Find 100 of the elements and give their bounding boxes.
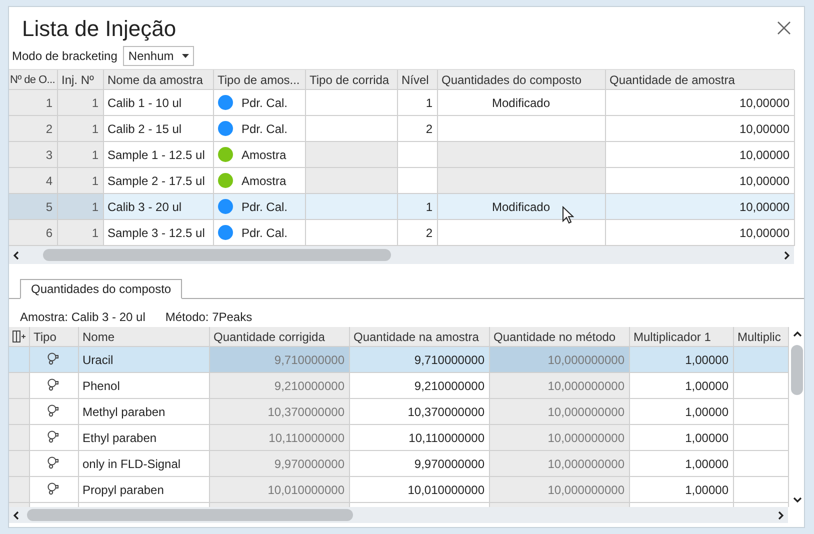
column-header[interactable]: Multiplic [733, 327, 788, 346]
table-cell: 1 [57, 220, 103, 246]
column-header[interactable]: Tipo de amos... [213, 70, 305, 90]
table-cell: 1 [426, 96, 432, 110]
column-header[interactable]: Nº de O... [9, 70, 57, 90]
table-cell: Propyl paraben [78, 476, 209, 502]
scroll-thumb[interactable] [43, 249, 391, 261]
scroll-thumb[interactable] [27, 509, 353, 521]
table-cell: Calib 3 - 20 ul [103, 194, 213, 220]
table-cell: 10,010000000 [209, 476, 349, 502]
table-cell: 1 [57, 142, 103, 168]
sample-info: Amostra: Calib 3 - 20 ul [20, 310, 146, 324]
scroll-right-icon[interactable] [784, 250, 790, 260]
horizontal-scrollbar[interactable] [9, 507, 788, 523]
table-cell: 9,210000000 [349, 372, 489, 398]
table-cell: Ethyl paraben [78, 424, 209, 450]
scroll-up-icon[interactable] [792, 331, 802, 337]
sample-type: Amostra [242, 174, 286, 188]
table-cell: 1,00000 [629, 450, 733, 476]
table-cell: 1,00000 [629, 424, 733, 450]
table-cell: 9,710000000 [349, 346, 489, 372]
table-cell: 5 [9, 194, 57, 220]
column-header[interactable]: Quantidade na amostra [349, 327, 489, 346]
column-header[interactable]: Nome da amostra [103, 70, 213, 90]
table-cell: Modificado [492, 200, 550, 214]
table-cell: 10,110000000 [209, 424, 349, 450]
table-cell: Calib 2 - 15 ul [103, 116, 213, 142]
sample-type: Amostra [242, 148, 286, 162]
scroll-left-icon[interactable] [13, 510, 19, 520]
table-cell: 10,00000 [605, 90, 794, 116]
column-chooser-icon[interactable] [12, 330, 26, 343]
table-cell: 10,000000000 [489, 476, 629, 502]
table-cell: Modificado [492, 96, 550, 110]
column-header[interactable]: Quantidade no método [489, 327, 629, 346]
table-cell: 1 [57, 116, 103, 142]
table-cell: 10,370000000 [209, 398, 349, 424]
compound-icon [47, 352, 60, 364]
cursor-icon [562, 206, 574, 224]
table-cell: Sample 1 - 12.5 ul [103, 142, 213, 168]
table-cell: Calib 1 - 10 ul [103, 90, 213, 116]
table-cell: 2 [426, 226, 432, 240]
column-header[interactable]: Tipo de corrida [305, 70, 397, 90]
bracketing-label: Modo de bracketing [12, 49, 118, 63]
table-cell: Phenol [78, 372, 209, 398]
tab[interactable]: Quantidades do composto [20, 279, 182, 299]
method-info: Método: 7Peaks [165, 310, 252, 324]
compound-icon [47, 456, 60, 468]
bracketing-dropdown[interactable]: Nenhum [123, 46, 194, 66]
column-header[interactable]: Tipo [29, 327, 78, 346]
close-icon[interactable] [777, 21, 791, 35]
table-cell: 10,000000000 [489, 450, 629, 476]
scroll-down-icon[interactable] [792, 497, 802, 503]
table-cell: 9,210000000 [209, 372, 349, 398]
table-cell: 10,00000 [605, 142, 794, 168]
table-cell: 10,000000000 [489, 346, 629, 372]
caret-icon [182, 54, 189, 58]
compound-icon [47, 482, 60, 494]
table-cell: 9,970000000 [349, 450, 489, 476]
column-header[interactable]: Nome [78, 327, 209, 346]
table-cell: 9,710000000 [209, 346, 349, 372]
table-cell: 6 [9, 220, 57, 246]
table-cell: 1,00000 [629, 372, 733, 398]
table-cell: 1 [9, 90, 57, 116]
table-cell: 10,00000 [605, 116, 794, 142]
table-cell: 1 [57, 168, 103, 194]
table-cell: 10,010000000 [349, 476, 489, 502]
table-cell: 2 [426, 122, 432, 136]
scroll-right-icon[interactable] [778, 510, 784, 520]
table-cell: 1 [57, 90, 103, 116]
table-cell: 9,970000000 [209, 450, 349, 476]
compound-icon [47, 378, 60, 390]
table-cell: Uracil [78, 346, 209, 372]
table-cell: Methyl paraben [78, 398, 209, 424]
horizontal-scrollbar[interactable] [9, 246, 794, 264]
scroll-thumb[interactable] [791, 345, 804, 395]
column-header[interactable]: Quantidades do composto [437, 70, 605, 90]
table-cell: 10,000000000 [489, 424, 629, 450]
column-header[interactable]: Quantidade corrigida [209, 327, 349, 346]
table-cell: 10,000000000 [489, 398, 629, 424]
table-cell: 4 [9, 168, 57, 194]
table-cell: 10,110000000 [349, 424, 489, 450]
scroll-left-icon[interactable] [13, 250, 19, 260]
column-header[interactable]: Quantidade de amostra [605, 70, 794, 90]
compound-icon [47, 404, 60, 416]
table-cell: 10,000000000 [489, 372, 629, 398]
table-cell: 3 [9, 142, 57, 168]
sample-type: Pdr. Cal. [242, 200, 288, 214]
table-cell: 1 [426, 200, 432, 214]
window-title: Lista de Injeção [22, 16, 176, 42]
table-cell: 1,00000 [629, 476, 733, 502]
column-header[interactable]: Inj. Nº [57, 70, 103, 90]
table-cell: 10,370000000 [349, 398, 489, 424]
compound-icon [47, 430, 60, 442]
column-header[interactable]: Multiplicador 1 [629, 327, 733, 346]
column-header[interactable]: Nível [397, 70, 437, 90]
sample-type: Pdr. Cal. [242, 226, 288, 240]
sample-type: Pdr. Cal. [242, 96, 288, 110]
table-cell: 1,00000 [629, 346, 733, 372]
table-cell: 10,00000 [605, 194, 794, 220]
table-cell: only in FLD-Signal [78, 450, 209, 476]
